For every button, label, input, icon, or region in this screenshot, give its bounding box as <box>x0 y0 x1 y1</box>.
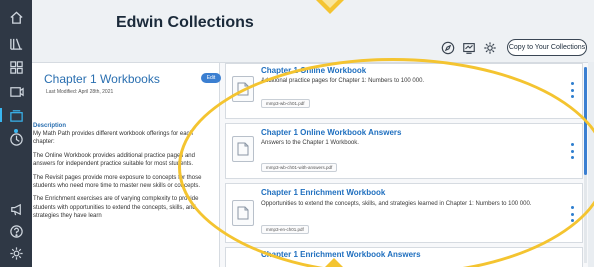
chapter-details-panel: Chapter 1 Workbooks Edit Last Modified: … <box>32 63 221 267</box>
highlight-arrow-inner <box>322 0 338 8</box>
slides-icon[interactable] <box>461 40 477 56</box>
pdf-file-icon <box>232 136 254 162</box>
home-icon[interactable] <box>0 6 32 28</box>
more-options-icon[interactable] <box>570 143 574 159</box>
left-nav-rail <box>0 0 32 267</box>
library-icon[interactable] <box>0 32 32 54</box>
pdf-file-icon <box>232 200 254 226</box>
description-paragraph: The Revisit pages provide more exposure … <box>33 174 202 190</box>
copy-to-collections-button[interactable]: Copy to Your Collections <box>507 39 587 56</box>
edit-button[interactable]: Edit <box>201 73 221 83</box>
resource-description: Answers to the Chapter 1 Workbook. <box>261 140 359 146</box>
pdf-file-icon <box>232 76 254 102</box>
highlight-arrow <box>324 258 344 267</box>
clock-icon[interactable] <box>0 128 32 150</box>
settings-icon[interactable] <box>0 242 32 264</box>
scrollbar-thumb[interactable] <box>584 67 587 175</box>
resource-title[interactable]: Chapter 1 Online Workbook Answers <box>261 128 401 137</box>
more-options-icon[interactable] <box>570 82 574 98</box>
description-heading: Description <box>33 123 67 129</box>
compass-icon[interactable] <box>440 40 456 56</box>
collection-title: Edwin Collections <box>116 14 254 31</box>
collection-content: Chapter 1 Workbooks Edit Last Modified: … <box>32 62 588 267</box>
settings-icon[interactable] <box>482 40 498 56</box>
assign-icon[interactable] <box>0 80 32 102</box>
resource-file-tag[interactable]: mmp3-wb-ch01.pdf <box>261 99 310 108</box>
resource-card[interactable]: Chapter 1 Online Workbook Additional pra… <box>225 63 583 119</box>
resource-title[interactable]: Chapter 1 Enrichment Workbook <box>261 188 385 197</box>
resource-file-tag[interactable]: mmp3-en-ch01.pdf <box>261 225 309 234</box>
chapter-title: Chapter 1 Workbooks <box>44 72 160 86</box>
resource-file-tag[interactable]: mmp3-wb-ch01-with-answers.pdf <box>261 163 338 172</box>
resource-card[interactable]: Chapter 1 Enrichment Workbook Answers <box>225 247 583 267</box>
description-paragraph: The Enrichment exercises are of varying … <box>33 196 199 220</box>
help-icon[interactable] <box>0 220 32 242</box>
description-paragraph: The Online Workbook provides additional … <box>33 152 195 168</box>
megaphone-icon[interactable] <box>0 198 32 220</box>
grid-icon[interactable] <box>0 56 32 78</box>
resource-card[interactable]: Chapter 1 Enrichment Workbook Opportunit… <box>225 183 583 243</box>
resource-description: Additional practice pages for Chapter 1:… <box>261 78 425 84</box>
resource-title[interactable]: Chapter 1 Online Workbook <box>261 66 366 75</box>
resource-card[interactable]: Chapter 1 Online Workbook Answers Answer… <box>225 123 583 179</box>
last-modified: Last Modified: April 28th, 2021 <box>46 89 114 95</box>
resource-description: Opportunities to extend the concepts, sk… <box>261 201 532 207</box>
description-paragraph: My Math Path provides different workbook… <box>33 131 193 146</box>
description-block: Description My Math Path provides differ… <box>33 123 208 221</box>
collections-icon[interactable] <box>0 104 32 126</box>
more-options-icon[interactable] <box>570 206 574 222</box>
